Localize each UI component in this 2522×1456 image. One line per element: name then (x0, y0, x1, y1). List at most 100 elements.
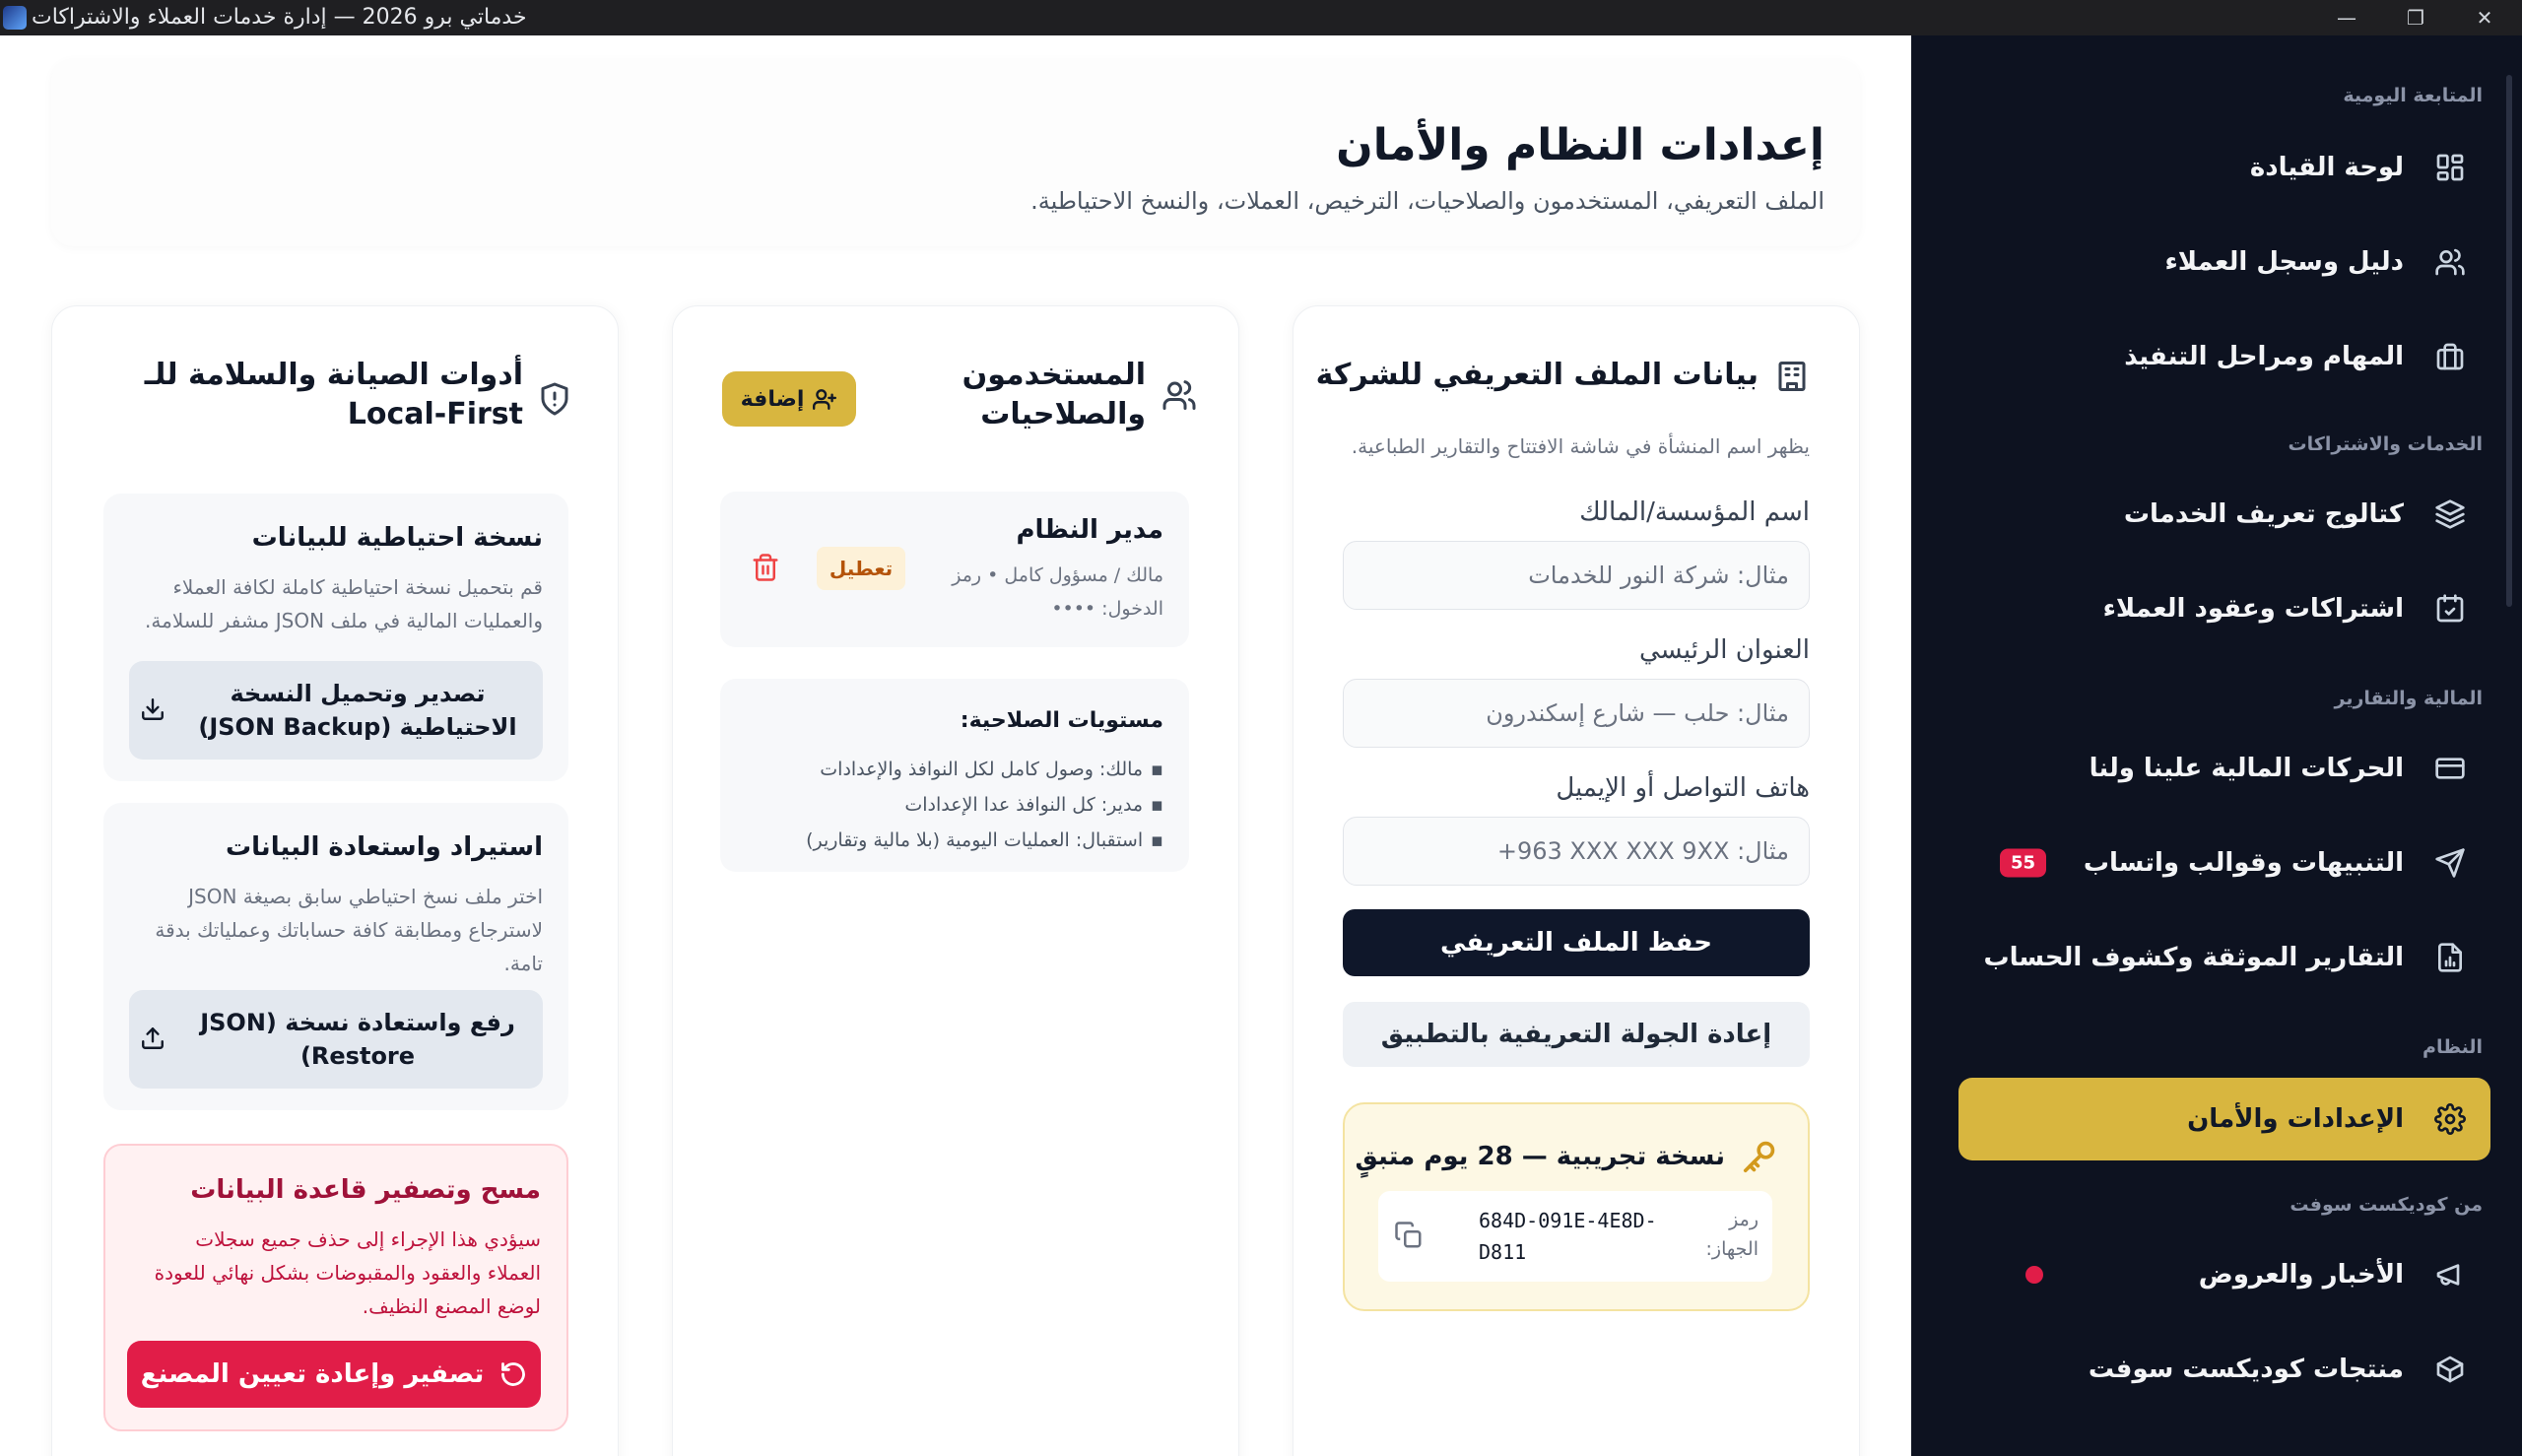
sidebar-item-news[interactable]: الأخبار والعروض (1958, 1233, 2490, 1316)
factory-reset-title: مسح وتصفير قاعدة البيانات (190, 1175, 541, 1205)
news-unread-dot (2025, 1266, 2043, 1284)
trash-icon (753, 553, 778, 581)
close-window-button[interactable]: ✕ (2450, 0, 2519, 35)
restore-title: استيراد واستعادة البيانات (226, 832, 543, 862)
package-icon (2433, 1353, 2467, 1386)
card-title: المستخدمون والصلاحيات (962, 358, 1146, 431)
page-header: إعدادات النظام والأمان الملف التعريفي، ا… (51, 59, 1860, 246)
window-titlebar: خدماتي برو 2026 — إدارة خدمات العملاء وا… (0, 0, 2522, 35)
sidebar-section-finance: المالية والتقارير (2334, 688, 2483, 709)
permission-levels-list: مالك: وصول كامل لكل النوافذ والإعدادات م… (806, 752, 1163, 858)
org-name-label: اسم المؤسسة/المالك (1579, 497, 1810, 527)
delete-user-button[interactable] (748, 551, 783, 586)
sidebar-item-label: منتجات كوديكست سوفت (2088, 1355, 2404, 1384)
app-logo-icon (3, 6, 27, 30)
copy-icon[interactable] (1394, 1221, 1424, 1254)
sidebar-scrollbar[interactable] (2506, 75, 2512, 607)
backup-title: نسخة احتياطية للبيانات (251, 523, 543, 553)
restore-backup-label: رفع واستعادة نسخة (JSON Restore) (200, 1009, 515, 1070)
layers-icon (2433, 497, 2467, 531)
credit-card-icon (2433, 752, 2467, 785)
sidebar-item-label: الإعدادات والأمان (2187, 1104, 2404, 1134)
upload-icon (139, 1026, 166, 1053)
sidebar-item-subscriptions[interactable]: اشتراكات وعقود العملاء (1958, 567, 2490, 650)
factory-reset-label: تصفير وإعادة تعيين المصنع (140, 1359, 485, 1389)
save-profile-button[interactable]: حفظ الملف التعريفي (1343, 909, 1810, 976)
permission-level-owner: مالك: وصول كامل لكل النوافذ والإعدادات (806, 752, 1163, 787)
sidebar-item-settings[interactable]: الإعدادات والأمان (1958, 1078, 2490, 1160)
org-name-input[interactable] (1343, 541, 1810, 610)
building-icon (1772, 359, 1810, 396)
factory-reset-section: مسح وتصفير قاعدة البيانات سيؤدي هذا الإج… (103, 1144, 568, 1431)
sidebar-item-notifications[interactable]: التنبيهات وقوالب واتساب 55 (1958, 822, 2490, 904)
page-title: إعدادات النظام والأمان (1336, 120, 1825, 170)
export-backup-label: تصدير وتحميل النسخة الاحتياطية (JSON Bac… (198, 680, 517, 741)
sidebar-item-services-catalog[interactable]: كتالوج تعريف الخدمات (1958, 473, 2490, 556)
company-profile-card: بيانات الملف التعريفي للشركة يظهر اسم ال… (1293, 305, 1860, 1456)
sidebar-item-label: كتالوج تعريف الخدمات (2123, 499, 2404, 529)
permission-level-manager: مدير: كل النوافذ عدا الإعدادات (806, 787, 1163, 823)
sidebar-item-customers[interactable]: دليل وسجل العملاء (1958, 221, 2490, 303)
device-code-value: 684D-091E-4E8D-D811 (1479, 1209, 1657, 1264)
users-permissions-card: المستخدمون والصلاحيات إضافة مدير النظام … (672, 305, 1239, 1456)
sidebar-section-vendor: من كوديكست سوفت (2290, 1194, 2483, 1216)
sidebar-item-reports[interactable]: التقارير الموثقة وكشوف الحساب (1958, 916, 2490, 999)
briefcase-icon (2433, 340, 2467, 373)
card-description: يظهر اسم المنشأة في شاشة الافتتاح والتقا… (1351, 434, 1810, 458)
rotate-ccw-icon (501, 1362, 526, 1386)
shield-alert-icon (535, 381, 572, 419)
restart-tour-button[interactable]: إعادة الجولة التعريفية بالتطبيق (1343, 1002, 1810, 1067)
maximize-button[interactable]: ❐ (2381, 0, 2450, 35)
sidebar-item-products[interactable]: منتجات كوديكست سوفت (1958, 1328, 2490, 1411)
add-user-button[interactable]: إضافة (722, 371, 856, 427)
sidebar-item-label: المهام ومراحل التنفيذ (2124, 342, 2404, 371)
download-icon (139, 696, 166, 724)
card-title: بيانات الملف التعريفي للشركة (1315, 358, 1759, 392)
sidebar-item-label: دليل وسجل العملاء (2164, 247, 2404, 277)
sidebar-section-system: النظام (2422, 1036, 2483, 1058)
restore-section: استيراد واستعادة البيانات اختر ملف نسخ ا… (103, 803, 568, 1110)
address-label: العنوان الرئيسي (1639, 635, 1810, 665)
sidebar: المتابعة اليومية لوحة القيادة دليل وسجل … (1911, 35, 2522, 1456)
sidebar-item-label: الحركات المالية علينا ولنا (2089, 754, 2404, 783)
dashboard-icon (2433, 151, 2467, 184)
device-code-row: رمز الجهاز: 684D-091E-4E8D-D811 (1378, 1191, 1772, 1282)
license-title: نسخة تجريبية — 28 يوم متبقٍ (1355, 1142, 1725, 1171)
user-role: مالك / مسؤول كامل • رمز الدخول: •••• (952, 564, 1163, 620)
user-row: مدير النظام مالك / مسؤول كامل • رمز الدخ… (720, 492, 1189, 647)
backup-section: نسخة احتياطية للبيانات قم بتحميل نسخة اح… (103, 494, 568, 781)
contact-input[interactable] (1343, 817, 1810, 886)
sidebar-item-transactions[interactable]: الحركات المالية علينا ولنا (1958, 727, 2490, 810)
disable-user-button[interactable]: تعطيل (817, 547, 905, 590)
settings-icon (2433, 1102, 2467, 1136)
megaphone-icon (2433, 1258, 2467, 1291)
window-title: خدماتي برو 2026 — إدارة خدمات العملاء وا… (32, 5, 527, 30)
export-backup-button[interactable]: تصدير وتحميل النسخة الاحتياطية (JSON Bac… (129, 661, 543, 760)
sidebar-item-tasks[interactable]: المهام ومراحل التنفيذ (1958, 315, 2490, 398)
sidebar-section-services: الخدمات والاشتراكات (2288, 433, 2483, 455)
sidebar-item-label: لوحة القيادة (2249, 153, 2404, 182)
factory-reset-description: سيؤدي هذا الإجراء إلى حذف جميع سجلات الع… (154, 1227, 541, 1318)
sidebar-item-label: التنبيهات وقوالب واتساب (2083, 848, 2404, 878)
contact-label: هاتف التواصل أو الإيميل (1556, 773, 1810, 803)
restore-backup-button[interactable]: رفع واستعادة نسخة (JSON Restore) (129, 990, 543, 1089)
user-name: مدير النظام (1016, 515, 1163, 545)
sidebar-item-label: التقارير الموثقة وكشوف الحساب (1983, 943, 2404, 972)
permission-levels-box: مستويات الصلاحية: مالك: وصول كامل لكل ال… (720, 679, 1189, 872)
maintenance-tools-card: أدوات الصيانة والسلامة للـ Local-First ن… (51, 305, 619, 1456)
sidebar-section-daily: المتابعة اليومية (2343, 85, 2483, 106)
notifications-count-badge: 55 (2000, 848, 2047, 878)
calendar-check-icon (2433, 592, 2467, 626)
sidebar-item-dashboard[interactable]: لوحة القيادة (1958, 126, 2490, 209)
license-status-box: نسخة تجريبية — 28 يوم متبقٍ رمز الجهاز: … (1343, 1102, 1810, 1311)
device-code-label: رمز الجهاز: (1705, 1209, 1759, 1260)
permission-levels-title: مستويات الصلاحية: (960, 708, 1163, 733)
send-icon (2433, 846, 2467, 880)
sidebar-item-label: الأخبار والعروض (2198, 1260, 2404, 1290)
address-input[interactable] (1343, 679, 1810, 748)
factory-reset-button[interactable]: تصفير وإعادة تعيين المصنع (127, 1341, 541, 1408)
minimize-button[interactable]: — (2312, 0, 2381, 35)
backup-description: قم بتحميل نسخة احتياطية كاملة لكافة العم… (145, 575, 543, 632)
user-plus-icon (813, 389, 837, 410)
card-title: أدوات الصيانة والسلامة للـ Local-First (144, 358, 523, 431)
